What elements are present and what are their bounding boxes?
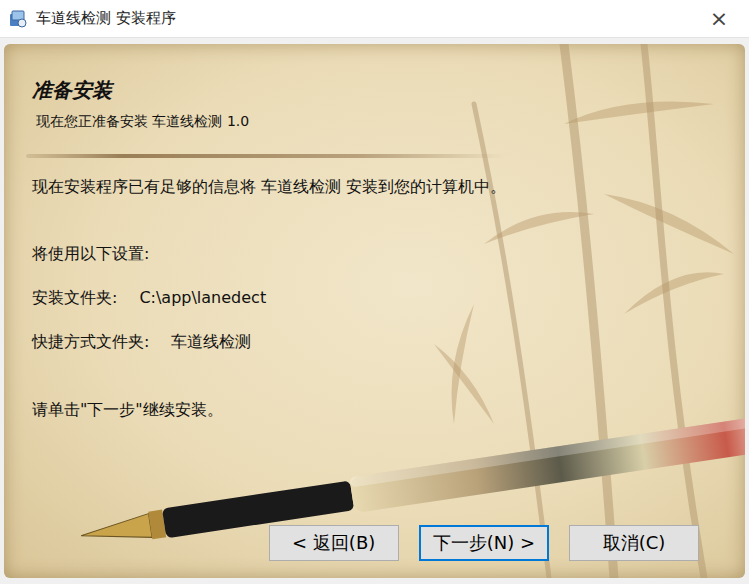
setting-row: 安装文件夹: C:\app\lanedect: [32, 287, 717, 309]
settings-label: 将使用以下设置:: [32, 243, 717, 265]
setting-label: 快捷方式文件夹:: [32, 331, 149, 353]
cancel-button[interactable]: 取消(C): [569, 525, 699, 561]
back-button[interactable]: < 返回(B): [269, 525, 399, 561]
setting-row: 快捷方式文件夹: 车道线检测: [32, 331, 717, 353]
next-button[interactable]: 下一步(N) >: [419, 525, 549, 561]
content-area: 准备安装现在您正准备安装 车道线检测 1.0 现在安装程序已有足够的信息将 车道线…: [32, 78, 717, 421]
parchment-panel: 准备安装现在您正准备安装 车道线检测 1.0 现在安装程序已有足够的信息将 车道线…: [4, 44, 745, 578]
setting-label: 安装文件夹:: [32, 287, 117, 309]
button-bar: < 返回(B) 下一步(N) > 取消(C): [32, 525, 717, 561]
installer-icon: [8, 9, 28, 29]
page-subtitle: 现在您正准备安装 车道线检测 1.0: [32, 110, 717, 132]
instruction-text: 请单击"下一步"继续安装。: [32, 399, 717, 421]
title-bar: 车道线检测 安装程序 ×: [0, 0, 749, 38]
page-heading: 准备安装: [32, 78, 717, 102]
divider-line: [26, 154, 506, 158]
intro-text: 现在安装程序已有足够的信息将 车道线检测 安装到您的计算机中。: [32, 176, 717, 198]
close-button[interactable]: ×: [699, 8, 739, 30]
setting-value: C:\app\lanedect: [139, 287, 266, 309]
dialog-body: 准备安装现在您正准备安装 车道线检测 1.0 现在安装程序已有足够的信息将 车道线…: [0, 38, 749, 584]
setting-value: 车道线检测: [171, 331, 251, 353]
window-title: 车道线检测 安装程序: [36, 7, 691, 30]
